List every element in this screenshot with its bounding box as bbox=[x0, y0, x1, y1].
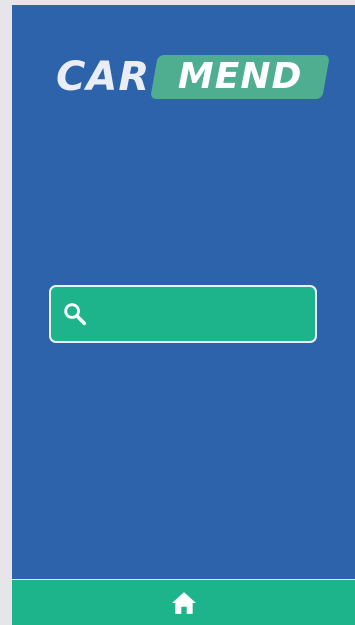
search-icon bbox=[64, 303, 87, 326]
logo-text-mend: MEND bbox=[177, 56, 303, 97]
bottom-navigation-bar bbox=[12, 579, 355, 625]
home-button[interactable] bbox=[168, 587, 200, 619]
home-icon bbox=[171, 591, 196, 614]
search-input[interactable] bbox=[89, 287, 315, 341]
logo-badge-mend: MEND bbox=[150, 55, 331, 99]
app-screen: CAR MEND bbox=[12, 5, 355, 625]
logo-text-car: CAR bbox=[56, 54, 151, 100]
search-box[interactable] bbox=[49, 285, 317, 343]
app-logo: CAR MEND bbox=[56, 53, 331, 101]
